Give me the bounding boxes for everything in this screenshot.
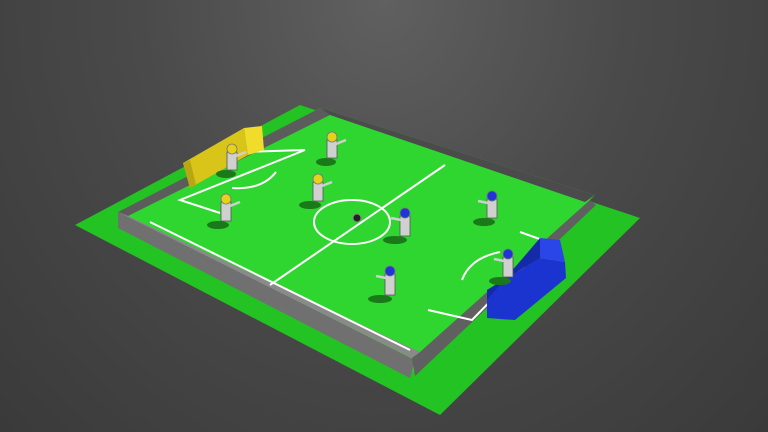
soccer-scene xyxy=(75,105,640,415)
simulation-viewport[interactable] xyxy=(0,0,768,432)
ball xyxy=(352,213,362,223)
